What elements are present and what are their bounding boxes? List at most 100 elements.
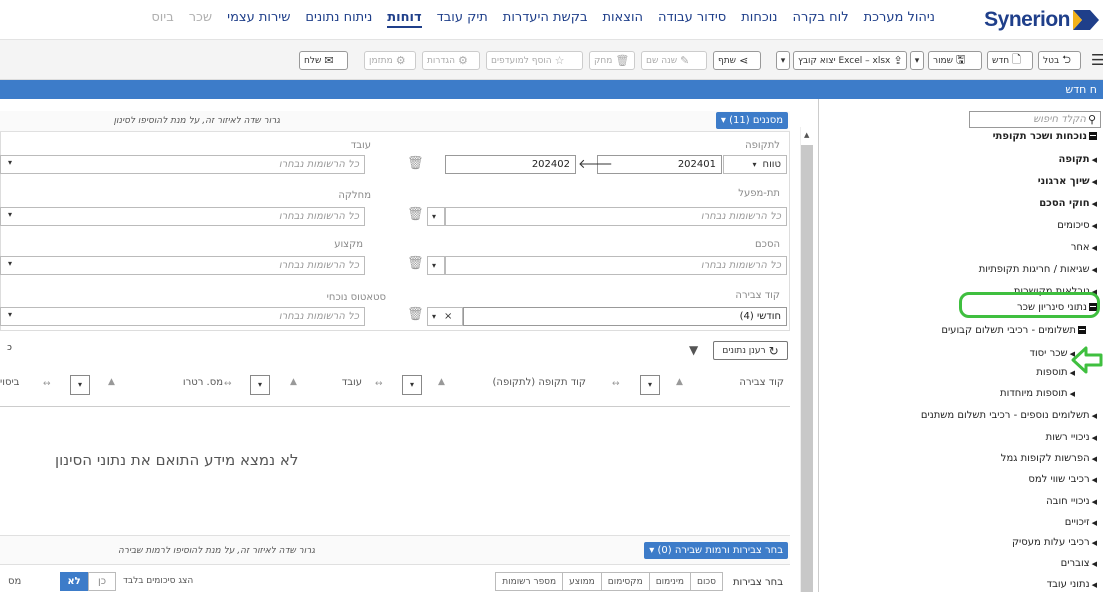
tree-item[interactable]: אחר ◀ — [1071, 242, 1097, 253]
column-header-coverage[interactable]: ביסוי — [0, 377, 19, 388]
department-field[interactable]: כל הרשומות נבחרו — [0, 207, 365, 226]
trash-icon[interactable]: 🗑 — [407, 307, 424, 322]
aggregate-chip[interactable]: מספר רשומות — [495, 572, 564, 591]
profession-field[interactable]: כל הרשומות נבחרו — [0, 256, 365, 275]
column-header-retro-number[interactable]: מס. רטרו — [183, 377, 223, 388]
agreement-dropdown[interactable]: ▾ — [427, 256, 445, 275]
tree-item[interactable]: תוספות ◀ — [1036, 367, 1075, 378]
column-header-period-code[interactable]: קוד תקופה (לתקופה) — [493, 377, 586, 388]
column-filter-dropdown[interactable]: ▾ — [70, 375, 90, 395]
filters-dropdown[interactable]: ▾ מסננים (11) — [715, 112, 788, 129]
settings-button[interactable]: הגדרות ⚙ — [422, 51, 480, 70]
tree-item[interactable]: ניכויי חובה ◀ — [1046, 496, 1097, 507]
summary-toggle[interactable]: לא כן — [60, 572, 116, 591]
tree-item[interactable]: רכיבי שווי למס ◀ — [1028, 474, 1097, 485]
grouping-dropdown[interactable]: ▾ בחר צבירות ורמות שבירה (0) — [644, 542, 788, 559]
nav-item[interactable]: ניתוח נתונים — [305, 10, 372, 28]
synerion-logo[interactable]: Synerion — [984, 8, 1099, 32]
tree-item[interactable]: תקופה ◀ — [1059, 154, 1097, 165]
tree-item[interactable]: שכר יסוד ◀ — [1030, 348, 1076, 359]
trash-icon[interactable]: 🗑 — [407, 256, 424, 271]
nav-item[interactable]: נוכחות — [741, 10, 777, 28]
subplant-field[interactable]: כל הרשומות נבחרו — [445, 207, 787, 226]
scrollbar-thumb[interactable] — [801, 145, 813, 592]
clear-x-icon[interactable]: × — [444, 311, 452, 322]
export-dropdown[interactable]: ▾ — [776, 51, 790, 70]
resize-icon[interactable]: ↔ — [375, 379, 383, 389]
nav-item[interactable]: שכר — [189, 10, 212, 28]
tree-folder[interactable]: נוכחות ושכר תקופתי — [993, 131, 1097, 142]
tree-item[interactable]: רכיבי עלות מעסיק ◀ — [1012, 537, 1097, 548]
nav-item[interactable]: הוצאות — [602, 10, 643, 28]
period-to-input[interactable]: 202402 — [445, 155, 576, 174]
tree-item[interactable]: תוספות מיוחדות ◀ — [1000, 388, 1075, 399]
trash-icon[interactable]: 🗑 — [407, 207, 424, 222]
tree-item[interactable]: זיכויים ◀ — [1065, 517, 1097, 528]
tree-item[interactable]: הפרשות לקופות גמל ◀ — [1001, 453, 1097, 464]
column-filter-dropdown[interactable]: ▾ — [640, 375, 660, 395]
tree-item[interactable]: תשלומים נוספים - רכיבי תשלום משתנים ◀ — [921, 410, 1097, 421]
save-button[interactable]: שמור 🖫 — [928, 51, 982, 70]
aggregate-chip[interactable]: סכום — [689, 572, 723, 591]
tree-item[interactable]: ניכויי רשות ◀ — [1046, 432, 1097, 443]
resize-icon[interactable]: ↔ — [224, 379, 232, 389]
chevron-down-icon[interactable]: ▾ — [8, 259, 12, 268]
nav-item[interactable]: בקשת היעדרות — [503, 10, 588, 28]
send-button[interactable]: שלח ✉ — [299, 51, 348, 70]
tree-folder[interactable]: תשלומים - רכיבי תשלום קבועים — [941, 325, 1086, 336]
toggle-yes[interactable]: כן — [88, 572, 116, 591]
rename-button[interactable]: שנה שם ✎ — [641, 51, 707, 70]
accum-code-value[interactable]: (4) חודשי — [463, 307, 787, 326]
subplant-dropdown[interactable]: ▾ — [427, 207, 445, 226]
nav-item[interactable]: שירות עצמי — [227, 10, 290, 28]
sort-arrow-icon[interactable]: ▲ — [108, 377, 115, 387]
sort-arrow-icon[interactable]: ▲ — [290, 377, 297, 387]
save-dropdown[interactable]: ▾ — [910, 51, 924, 70]
trash-icon[interactable]: 🗑 — [407, 156, 424, 171]
new-button[interactable]: חדש 🗋 — [987, 51, 1033, 70]
resize-icon[interactable]: ↔ — [612, 379, 620, 389]
aggregate-chip[interactable]: מינימום — [648, 572, 691, 591]
column-header-employee[interactable]: עובד — [342, 377, 362, 388]
column-filter-dropdown[interactable]: ▾ — [402, 375, 422, 395]
tree-item[interactable]: חוקי הסכם ◀ — [1039, 198, 1097, 209]
refresh-data-button[interactable]: רענן נתונים ↻ — [713, 341, 788, 360]
sort-arrow-icon[interactable]: ▲ — [676, 377, 683, 387]
column-header-accum-code[interactable]: קוד צבירה — [739, 377, 784, 388]
nav-item[interactable]: תיק עובד — [437, 10, 488, 28]
toggle-no[interactable]: לא — [60, 572, 88, 591]
tree-search-input[interactable]: הקלד חיפוש ⚲ — [969, 111, 1101, 128]
share-button[interactable]: שתף ⋖ — [713, 51, 761, 70]
tree-item[interactable]: סיכומים ◀ — [1057, 220, 1097, 231]
add-favorite-button[interactable]: הוסף למועדפים ☆ — [486, 51, 583, 70]
nav-item[interactable]: ניהול מערכת — [864, 10, 935, 28]
filter-funnel-icon[interactable]: ▼ — [689, 343, 698, 357]
tree-item[interactable]: שיוך ארגוני ◀ — [1038, 176, 1097, 187]
column-filter-dropdown[interactable]: ▾ — [250, 375, 270, 395]
sort-arrow-icon[interactable]: ▲ — [438, 377, 445, 387]
splitter-handle[interactable]: ɔ — [7, 343, 12, 353]
tree-item[interactable]: נתוני עובד ◀ — [1047, 579, 1097, 590]
accum-code-controls[interactable]: ▾ × — [427, 307, 463, 326]
scheduler-button[interactable]: מתזמן ⚙ — [364, 51, 416, 70]
period-from-input[interactable]: 202401 — [597, 155, 722, 174]
attendance-status-field[interactable]: כל הרשומות נבחרו — [0, 307, 365, 326]
delete-button[interactable]: מחק 🗑 — [589, 51, 635, 70]
tree-item[interactable]: צוברים ◀ — [1061, 558, 1097, 569]
agreement-field[interactable]: כל הרשומות נבחרו — [445, 256, 787, 275]
aggregate-chip[interactable]: ממוצע — [562, 572, 602, 591]
tree-item[interactable]: שגיאות / חריגות תקופתיות ◀ — [979, 264, 1097, 275]
export-button[interactable]: יצוא קובץ Excel – xlsx ⇪ — [793, 51, 907, 70]
resize-icon[interactable]: ↔ — [43, 379, 51, 389]
nav-item[interactable]: דוחות — [387, 10, 422, 28]
scroll-up-arrow-icon[interactable]: ▲ — [804, 131, 809, 139]
back-button[interactable]: בטל ⮌ — [1038, 51, 1081, 70]
range-select[interactable]: ▾ טווח — [723, 155, 787, 174]
chevron-down-icon[interactable]: ▾ — [8, 210, 12, 219]
nav-item[interactable]: ביוס — [151, 10, 173, 28]
chevron-down-icon[interactable]: ▾ — [8, 310, 12, 319]
chevron-down-icon[interactable]: ▾ — [432, 312, 436, 321]
hamburger-menu-icon[interactable]: ☰ — [1087, 50, 1103, 69]
aggregate-chip[interactable]: מקסימום — [600, 572, 650, 591]
nav-item[interactable]: סידור עבודה — [658, 10, 726, 28]
